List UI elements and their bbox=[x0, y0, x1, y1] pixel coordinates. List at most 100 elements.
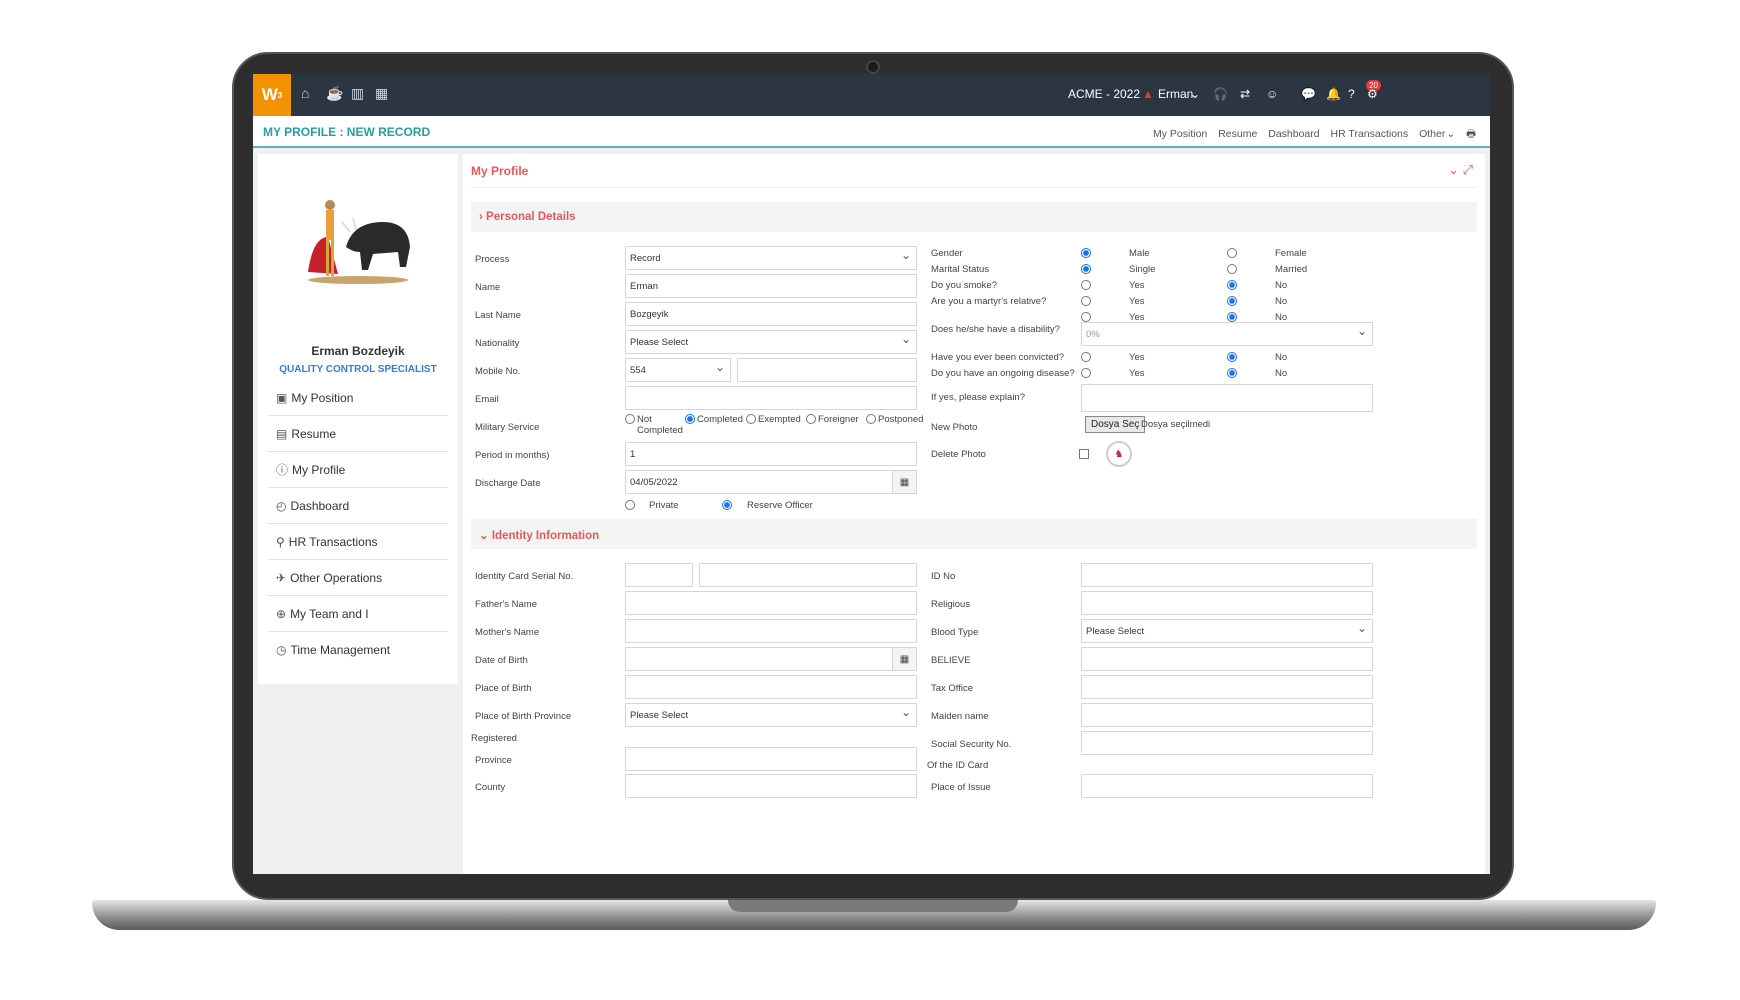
smoke-yes-radio[interactable] bbox=[1081, 280, 1091, 290]
mother-name-field[interactable] bbox=[625, 619, 917, 643]
place-of-issue-label: Place of Issue bbox=[931, 782, 991, 793]
app-logo[interactable]: W3 bbox=[253, 74, 291, 116]
process-select[interactable]: Record bbox=[625, 246, 917, 270]
mobile-label: Mobile No. bbox=[475, 366, 521, 377]
delete-photo-checkbox[interactable] bbox=[1079, 449, 1089, 459]
section-identity-information[interactable]: ⌄ Identity Information bbox=[471, 519, 1477, 549]
id-card-label: Of the ID Card bbox=[927, 760, 989, 771]
sidebar-item-other-operations[interactable]: ✈ Other Operations bbox=[268, 560, 448, 596]
chevron-down-icon[interactable]: ⌄ bbox=[1446, 128, 1455, 140]
blood-type-select[interactable]: Please Select bbox=[1081, 619, 1373, 643]
expand-icon[interactable]: ⤢ bbox=[1463, 162, 1473, 177]
email-field[interactable] bbox=[625, 386, 917, 410]
chevron-down-icon[interactable]: ⌄ bbox=[1448, 162, 1459, 177]
military-exempted-radio[interactable] bbox=[746, 414, 756, 424]
calendar-icon[interactable]: ▦ bbox=[375, 85, 388, 102]
birth-date-field[interactable]: ▦ bbox=[625, 647, 917, 671]
sidebar-item-my-team[interactable]: ⊕ My Team and I bbox=[268, 596, 448, 632]
place-of-issue-field[interactable] bbox=[1081, 774, 1373, 798]
birth-place-field[interactable] bbox=[625, 675, 917, 699]
disability-no-radio[interactable] bbox=[1227, 312, 1237, 322]
marital-married-label: Married bbox=[1275, 264, 1308, 275]
chevron-down-icon[interactable]: ⌄ bbox=[1190, 87, 1200, 101]
last-name-field[interactable]: Bozgeyik bbox=[625, 302, 917, 326]
martyr-no-radio[interactable] bbox=[1227, 296, 1237, 306]
share-icon[interactable]: ⇄ bbox=[1240, 87, 1250, 101]
company-name[interactable]: ACME - 2022 bbox=[1068, 87, 1140, 101]
chat-icon[interactable]: 💬 bbox=[1301, 87, 1316, 101]
link-resume[interactable]: Resume bbox=[1218, 128, 1257, 140]
nationality-select[interactable]: Please Select bbox=[625, 330, 917, 354]
believe-field[interactable] bbox=[1081, 647, 1373, 671]
id-no-field[interactable] bbox=[1081, 563, 1373, 587]
disability-select[interactable]: 0% bbox=[1081, 322, 1373, 346]
sidebar-item-resume[interactable]: ▤ Resume bbox=[268, 416, 448, 452]
smoke-no-radio[interactable] bbox=[1227, 280, 1237, 290]
explain-textarea[interactable] bbox=[1081, 384, 1373, 412]
user-menu[interactable]: Erman bbox=[1158, 87, 1193, 101]
choose-file-button[interactable]: Dosya Seç bbox=[1085, 416, 1146, 433]
disease-yes-radio[interactable] bbox=[1081, 368, 1091, 378]
sidebar-item-dashboard[interactable]: ◴ Dashboard bbox=[268, 488, 448, 524]
father-name-field[interactable] bbox=[625, 591, 917, 615]
id-serial-field-1[interactable] bbox=[625, 563, 693, 587]
military-completed-radio[interactable] bbox=[685, 414, 695, 424]
bell-icon[interactable]: 🔔 bbox=[1326, 87, 1341, 101]
military-foreigner-radio[interactable] bbox=[806, 414, 816, 424]
birth-province-select[interactable]: Please Select bbox=[625, 703, 917, 727]
home-icon[interactable]: ⌂ bbox=[301, 85, 309, 101]
file-status: Dosya seçilmedi bbox=[1141, 419, 1211, 430]
military-not-completed-radio[interactable] bbox=[625, 414, 635, 424]
mobile-number-field[interactable] bbox=[737, 358, 917, 382]
martyr-yes-radio[interactable] bbox=[1081, 296, 1091, 306]
marital-single-radio[interactable] bbox=[1081, 264, 1091, 274]
headset-icon[interactable]: 🎧 bbox=[1213, 87, 1228, 101]
sidebar-item-my-position[interactable]: ▣ My Position bbox=[268, 380, 448, 416]
help-icon[interactable]: ? bbox=[1348, 87, 1355, 101]
mobile-code-select[interactable]: 554 bbox=[625, 358, 731, 382]
name-label: Name bbox=[475, 282, 501, 293]
period-field[interactable]: 1 bbox=[625, 442, 917, 466]
gender-female-radio[interactable] bbox=[1227, 248, 1237, 258]
link-my-position[interactable]: My Position bbox=[1153, 128, 1207, 140]
profile-avatar[interactable] bbox=[298, 192, 418, 292]
calendar-icon[interactable]: ▦ bbox=[892, 471, 916, 493]
flag-icon: ▲ bbox=[1142, 87, 1154, 101]
gear-icon[interactable]: ⚙ bbox=[1367, 87, 1378, 101]
military-postponed-radio[interactable] bbox=[866, 414, 876, 424]
ssn-field[interactable] bbox=[1081, 731, 1373, 755]
disability-yes-radio[interactable] bbox=[1081, 312, 1091, 322]
convicted-yes-radio[interactable] bbox=[1081, 352, 1091, 362]
gender-male-radio[interactable] bbox=[1081, 248, 1091, 258]
id-serial-field-2[interactable] bbox=[699, 563, 917, 587]
rank-reserve-officer-radio[interactable] bbox=[722, 500, 732, 510]
disease-no-radio[interactable] bbox=[1227, 368, 1237, 378]
last-name-label: Last Name bbox=[475, 310, 521, 321]
religion-field[interactable] bbox=[1081, 591, 1373, 615]
link-dashboard[interactable]: Dashboard bbox=[1268, 128, 1319, 140]
tax-office-field[interactable] bbox=[1081, 675, 1373, 699]
chart-icon[interactable]: ▥ bbox=[351, 85, 364, 102]
cup-icon[interactable]: ☕ bbox=[326, 85, 343, 102]
maiden-name-field[interactable] bbox=[1081, 703, 1373, 727]
smiley-icon[interactable]: ☺ bbox=[1266, 87, 1278, 101]
link-other[interactable]: Other bbox=[1419, 128, 1445, 140]
calendar-icon[interactable]: ▦ bbox=[892, 648, 916, 670]
discharge-date-field[interactable]: 04/05/2022 ▦ bbox=[625, 470, 917, 494]
print-icon[interactable]: 🖶 bbox=[1466, 128, 1476, 140]
province-field[interactable] bbox=[625, 747, 917, 771]
sidebar-item-my-profile[interactable]: ⓘ My Profile bbox=[268, 452, 448, 488]
sidebar-item-hr-transactions[interactable]: ⚲ HR Transactions bbox=[268, 524, 448, 560]
religion-label: Religious bbox=[931, 599, 971, 610]
discharge-date-label: Discharge Date bbox=[475, 478, 541, 489]
rank-private-radio[interactable] bbox=[625, 500, 635, 510]
title-bar: MY PROFILE : NEW RECORD My Position Resu… bbox=[253, 116, 1490, 148]
sidebar-item-time-management[interactable]: ◷ Time Management bbox=[268, 632, 448, 668]
convicted-no-radio[interactable] bbox=[1227, 352, 1237, 362]
section-personal-details[interactable]: › Personal Details bbox=[471, 202, 1477, 232]
link-hr-transactions[interactable]: HR Transactions bbox=[1331, 128, 1409, 140]
marital-married-radio[interactable] bbox=[1227, 264, 1237, 274]
explain-label: If yes, please explain? bbox=[931, 392, 1026, 403]
name-field[interactable]: Erman bbox=[625, 274, 917, 298]
county-field[interactable] bbox=[625, 774, 917, 798]
